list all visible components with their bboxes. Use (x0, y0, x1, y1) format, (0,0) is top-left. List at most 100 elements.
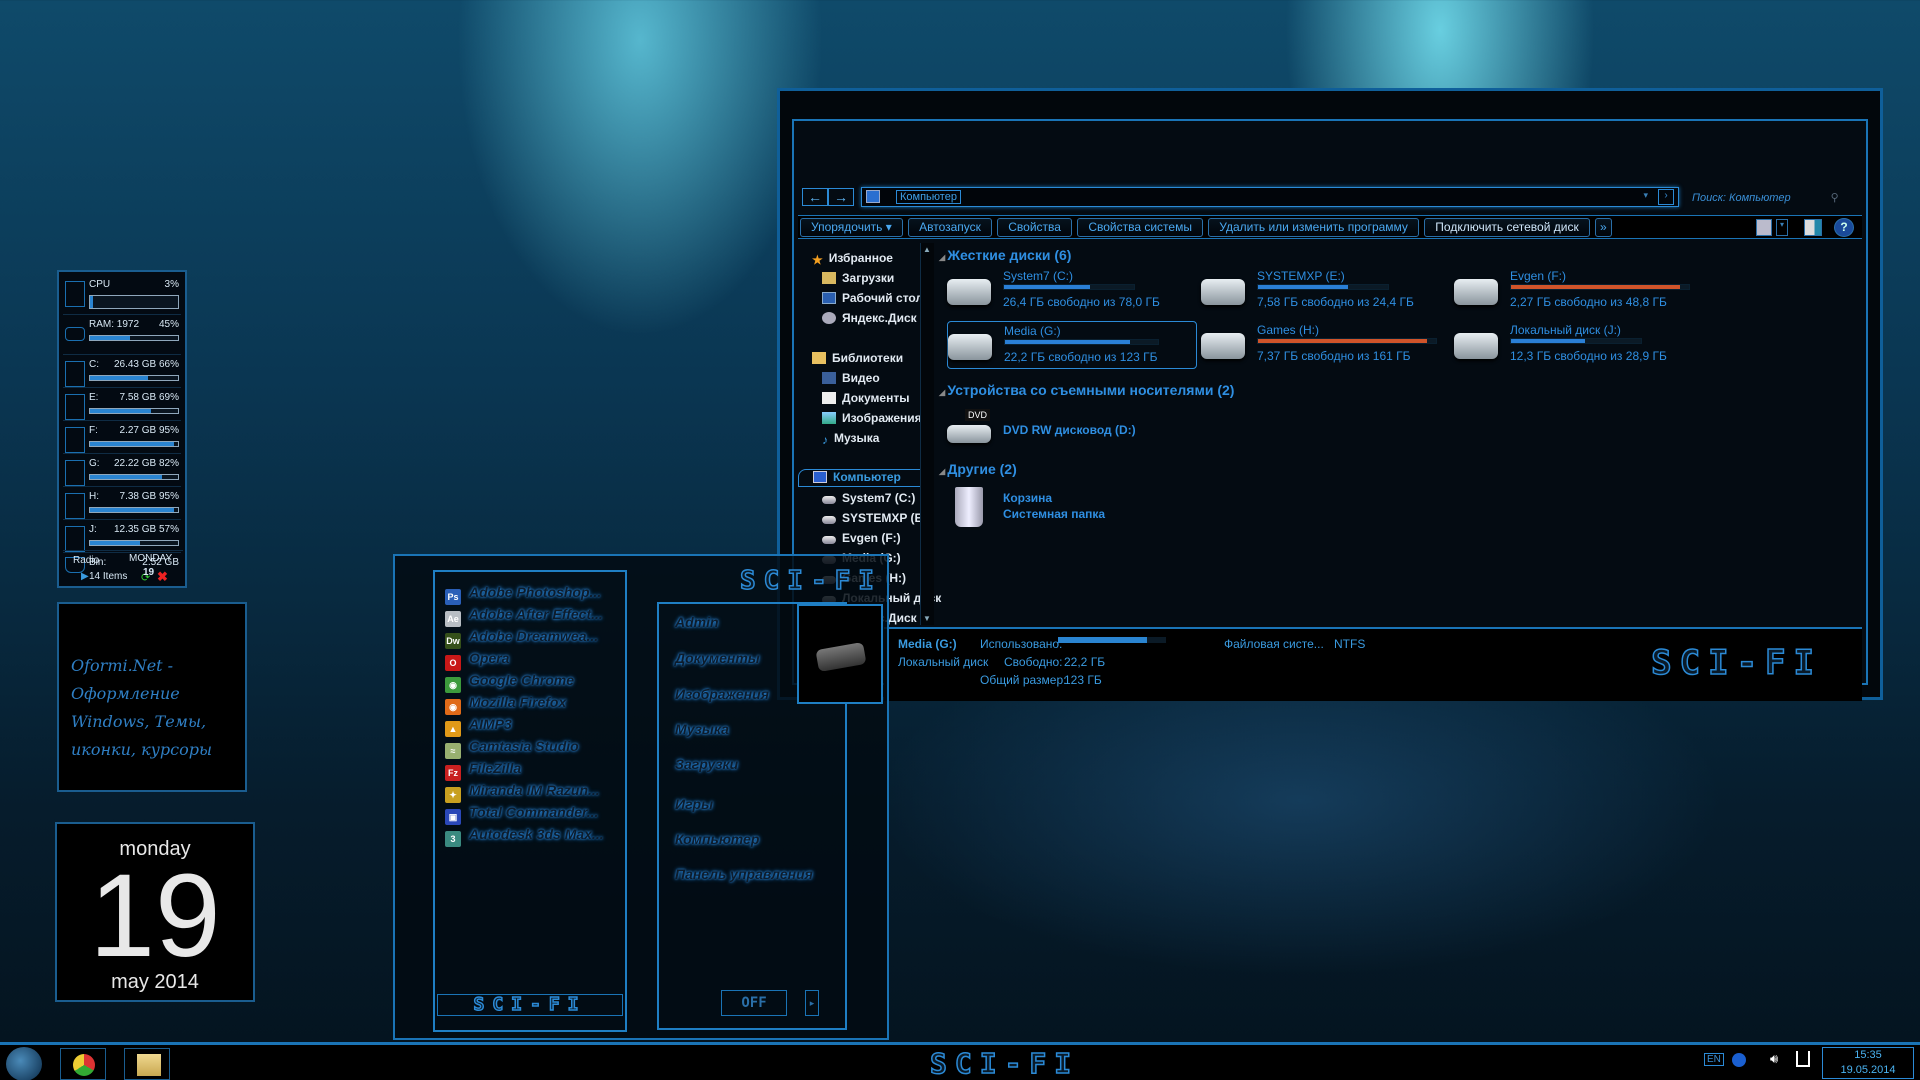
dropdown-icon[interactable]: ▾ (1643, 190, 1648, 201)
nav-pictures[interactable]: Изображения (822, 411, 922, 429)
explorer-body: ← → Компьютер ▾ › Поиск: Компьютер ⚲ Упор… (792, 119, 1868, 701)
ram-icon (65, 327, 85, 341)
drive-usage-row: J: 12.35 GB 57% (63, 520, 181, 553)
details-free-label: Свободно: (1004, 655, 1063, 669)
nav-computer[interactable]: Компьютер (798, 469, 922, 487)
volume-icon[interactable]: 🔊︎ (1770, 1051, 1778, 1067)
group-other[interactable]: ◢ Другие (2) (939, 461, 1017, 477)
scroll-down-icon[interactable]: ▼ (923, 614, 931, 623)
language-indicator[interactable]: EN (1704, 1053, 1724, 1066)
breadcrumb-computer[interactable]: Компьютер (896, 190, 961, 204)
program-icon: ▣ (445, 809, 461, 825)
place-item[interactable]: Admin (675, 614, 719, 630)
forward-button[interactable]: → (828, 188, 854, 206)
all-programs-button[interactable]: SCI-FI (437, 994, 623, 1016)
program-item[interactable]: ▣ Total Commander... (445, 804, 598, 825)
drive-free-space: 22,2 ГБ свободно из 123 ГБ (1004, 350, 1158, 364)
program-item[interactable]: ◉ Google Chrome (445, 672, 574, 693)
nav-libraries[interactable]: Библиотеки (812, 351, 903, 369)
place-item[interactable]: Панель управления (675, 866, 813, 882)
group-hard-disks[interactable]: ◢ Жесткие диски (6) (939, 247, 1071, 263)
help-icon[interactable]: ? (1834, 218, 1854, 237)
drive-tile[interactable]: SYSTEMXP (E:) 7,58 ГБ свободно из 24,4 Г… (1201, 267, 1451, 315)
nav-drive-item[interactable]: Evgen (F:) (822, 531, 901, 549)
program-item[interactable]: ▲ AIMP3 (445, 716, 512, 737)
network-icon[interactable] (1796, 1051, 1810, 1067)
drive-usage-bar (89, 540, 179, 546)
program-item[interactable]: Dw Adobe Dreamwea... (445, 628, 598, 649)
yandex-disk-tray-icon[interactable] (1732, 1053, 1746, 1067)
shutdown-options-button[interactable]: ▸ (805, 990, 819, 1016)
place-item[interactable]: Документы (675, 650, 760, 666)
group-label: Другие (2) (947, 461, 1017, 477)
nav-yandex-disk[interactable]: Яндекс.Диск (822, 311, 917, 329)
hard-drive-icon (948, 334, 992, 360)
content-pane: ◢ Жесткие диски (6) System7 (C:) 26,4 ГБ… (939, 243, 1862, 623)
address-bar[interactable]: Компьютер ▾ › (861, 187, 1679, 207)
drive-value: 26.43 GB 66% (113, 359, 179, 370)
program-item[interactable]: ≈ Camtasia Studio (445, 738, 579, 759)
nav-desktop[interactable]: Рабочий стол (822, 291, 923, 309)
nav-downloads[interactable]: Загрузки (822, 271, 894, 289)
autoplay-button[interactable]: Автозапуск (908, 218, 992, 237)
nav-scrollbar[interactable]: ▲ ▼ (920, 243, 934, 625)
back-button[interactable]: ← (802, 188, 828, 206)
program-item[interactable]: Fz FileZilla (445, 760, 521, 781)
nav-music[interactable]: ♪ Музыка (822, 431, 879, 449)
place-item[interactable]: Музыка (675, 721, 729, 737)
view-options-icon[interactable] (1756, 219, 1772, 236)
title-bar[interactable] (780, 91, 1880, 113)
drive-tile[interactable]: System7 (C:) 26,4 ГБ свободно из 78,0 ГБ (947, 267, 1197, 315)
computer-icon (866, 190, 880, 203)
clock[interactable]: 15:35 19.05.2014 (1822, 1047, 1914, 1079)
more-commands-button[interactable]: » (1595, 218, 1612, 237)
scroll-up-icon[interactable]: ▲ (923, 245, 931, 254)
nav-favorites[interactable]: ★ Избранное (812, 251, 893, 269)
nav-documents[interactable]: Документы (822, 391, 909, 409)
uninstall-program-button[interactable]: Удалить или изменить программу (1208, 218, 1419, 237)
recycle-bin-item[interactable]: Корзина Системная папка (947, 483, 1197, 531)
properties-button[interactable]: Свойства (997, 218, 1072, 237)
taskbar-explorer[interactable] (124, 1048, 170, 1080)
dvd-drive-item[interactable]: DVD DVD RW дисковод (D:) (947, 405, 1197, 453)
taskbar-chrome[interactable] (60, 1048, 106, 1080)
desktop-icon (822, 292, 836, 304)
go-button[interactable]: › (1658, 189, 1674, 205)
drive-tile[interactable]: Games (H:) 7,37 ГБ свободно из 161 ГБ (1201, 321, 1451, 369)
group-removable[interactable]: ◢ Устройства со съемными носителями (2) (939, 382, 1234, 398)
start-button[interactable] (6, 1047, 42, 1080)
drive-tile[interactable]: Локальный диск (J:) 12,3 ГБ свободно из … (1454, 321, 1704, 369)
drive-value: 7.38 GB 95% (119, 491, 179, 502)
place-item[interactable]: Загрузки (675, 756, 738, 772)
organize-button[interactable]: Упорядочить ▾ (800, 218, 903, 237)
nav-drive-item[interactable]: System7 (C:) (822, 491, 915, 509)
place-item[interactable]: Изображения (675, 686, 769, 702)
program-item[interactable]: 3 Autodesk 3ds Max... (445, 826, 604, 847)
program-item[interactable]: Ae Adobe After Effect... (445, 606, 603, 627)
shutdown-button[interactable]: OFF (721, 990, 787, 1016)
recycle-bin-name: Корзина (1003, 491, 1053, 505)
drive-usage-bar (1510, 338, 1642, 344)
drive-tile[interactable]: Evgen (F:) 2,27 ГБ свободно из 48,8 ГБ (1454, 267, 1704, 315)
drive-usage-bar (89, 507, 179, 513)
map-network-drive-button[interactable]: Подключить сетевой диск (1424, 218, 1590, 237)
hard-drive-icon (947, 279, 991, 305)
cpu-bar (89, 295, 179, 309)
nav-drive-item[interactable]: SYSTEMXP (E:) (822, 511, 930, 529)
place-item[interactable]: Компьютер (675, 831, 759, 847)
program-item[interactable]: ✦ Miranda IM Razun... (445, 782, 600, 803)
program-item[interactable]: ◉ Mozilla Firefox (445, 694, 566, 715)
hard-drive-icon (1454, 279, 1498, 305)
nav-video[interactable]: Видео (822, 371, 880, 389)
view-dropdown-icon[interactable]: ▾ (1776, 219, 1788, 236)
drive-tile[interactable]: Media (G:) 22,2 ГБ свободно из 123 ГБ (947, 321, 1197, 369)
downloads-folder-icon (822, 272, 836, 284)
hard-drive-icon (1454, 333, 1498, 359)
program-item[interactable]: Ps Adobe Photoshop... (445, 584, 601, 605)
program-item[interactable]: O Opera (445, 650, 509, 671)
play-icon[interactable]: ▶ (81, 571, 89, 582)
system-properties-button[interactable]: Свойства системы (1077, 218, 1203, 237)
search-input[interactable]: Поиск: Компьютер ⚲ (1692, 191, 1839, 204)
preview-pane-icon[interactable] (1804, 219, 1822, 236)
place-item[interactable]: Игры (675, 796, 713, 812)
